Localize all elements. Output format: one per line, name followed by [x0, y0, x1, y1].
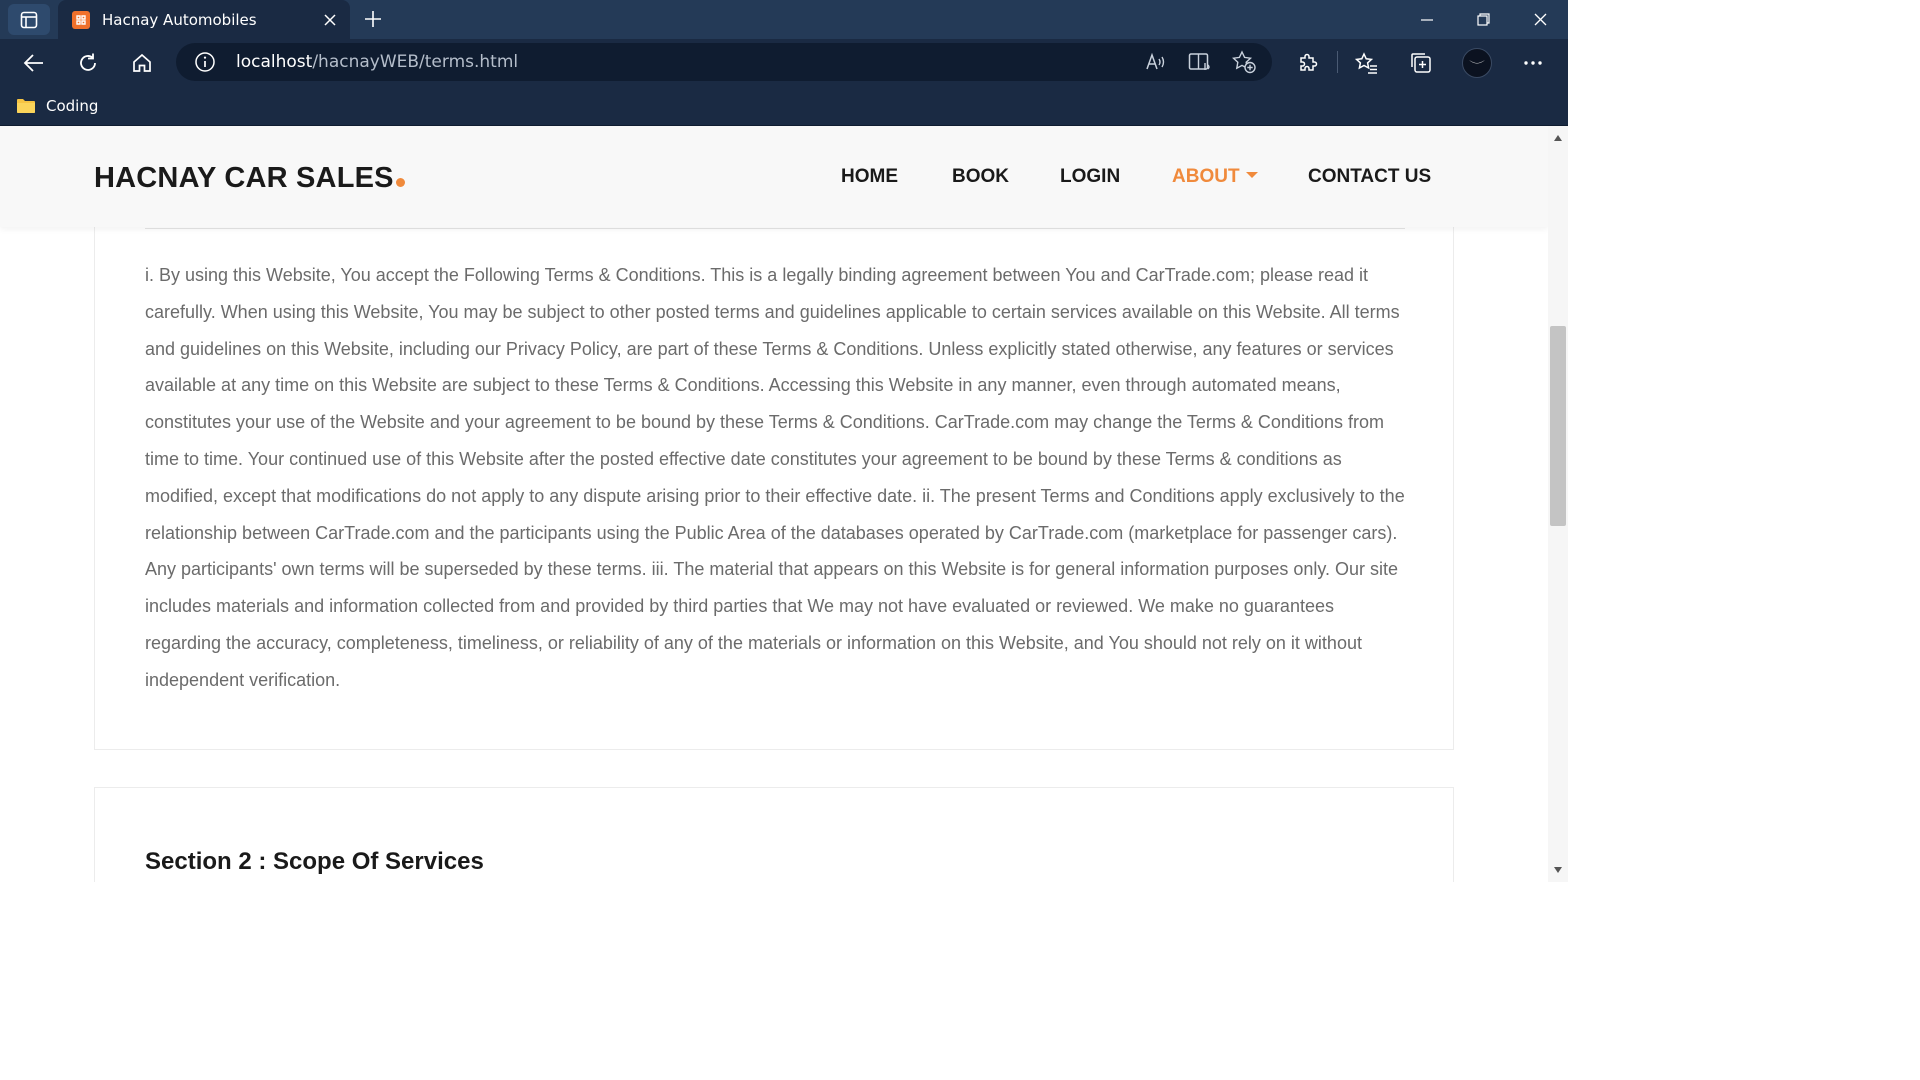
- tab-actions-icon: [20, 11, 38, 28]
- tab-actions-button[interactable]: [8, 4, 50, 35]
- nav-about-label: ABOUT: [1172, 166, 1240, 187]
- minimize-icon: [1421, 18, 1433, 21]
- profile-avatar-icon: [1469, 60, 1485, 64]
- site-favicon-icon: [72, 10, 90, 29]
- close-icon: [1534, 13, 1546, 26]
- immersive-reader-icon[interactable]: [1188, 50, 1212, 74]
- bookmark-label: Coding: [46, 97, 99, 115]
- more-dots-icon: [1524, 61, 1542, 65]
- close-window-button[interactable]: [1512, 0, 1568, 39]
- favorites-button[interactable]: [1349, 45, 1385, 81]
- section-divider: [145, 228, 1405, 229]
- terms-section-card: i. By using this Website, You accept the…: [94, 196, 1454, 750]
- favorites-star-icon: [1355, 52, 1377, 74]
- page-viewport: i. By using this Website, You accept the…: [0, 126, 1548, 882]
- nav-about-dropdown[interactable]: ABOUT: [1172, 166, 1258, 188]
- section-2-title: Section 2 : Scope Of Services: [145, 848, 484, 875]
- refresh-icon: [80, 53, 96, 71]
- collections-icon: [1411, 53, 1431, 73]
- home-icon: [133, 53, 151, 72]
- tab-close-icon[interactable]: [316, 6, 344, 34]
- tab-strip: Hacnay Automobiles: [0, 0, 1568, 39]
- minimize-button[interactable]: [1399, 0, 1455, 39]
- tab-title: Hacnay Automobiles: [102, 10, 257, 29]
- home-button[interactable]: [124, 45, 160, 81]
- scroll-up-arrow-icon[interactable]: [1552, 132, 1564, 144]
- nav-book[interactable]: BOOK: [952, 166, 1009, 188]
- brand-dot: [395, 178, 405, 187]
- site-brand-logo[interactable]: HACNAY CAR SALES: [94, 162, 405, 195]
- scroll-down-arrow-icon[interactable]: [1552, 864, 1564, 876]
- nav-home[interactable]: HOME: [841, 166, 898, 188]
- extensions-button[interactable]: [1290, 45, 1326, 81]
- folder-icon: [17, 99, 35, 113]
- bookmark-folder-coding[interactable]: Coding: [16, 93, 98, 119]
- read-aloud-icon[interactable]: [1144, 50, 1168, 74]
- caret-down-icon: [1245, 171, 1258, 178]
- plus-icon: [365, 11, 381, 27]
- active-tab[interactable]: Hacnay Automobiles: [58, 0, 350, 39]
- restore-icon: [1476, 13, 1490, 26]
- scrollbar-thumb[interactable]: [1550, 326, 1566, 526]
- extensions-puzzle-icon: [1300, 53, 1318, 71]
- scope-section-card: Section 2 : Scope Of Services: [94, 787, 1454, 882]
- terms-paragraph: i. By using this Website, You accept the…: [145, 265, 1405, 690]
- toolbar-separator: [1337, 51, 1338, 73]
- url-text[interactable]: localhost/hacnayWEB/terms.html: [236, 52, 518, 72]
- refresh-button[interactable]: [70, 45, 106, 81]
- add-favorite-icon[interactable]: [1232, 50, 1256, 74]
- address-bar[interactable]: localhost/hacnayWEB/terms.html: [176, 43, 1272, 81]
- restore-button[interactable]: [1455, 0, 1511, 39]
- brand-text: HACNAY CAR SALES: [94, 162, 394, 194]
- new-tab-button[interactable]: [358, 4, 388, 34]
- url-path: /hacnayWEB/terms.html: [312, 52, 519, 72]
- nav-contact-us[interactable]: CONTACT US: [1308, 166, 1431, 188]
- settings-menu-button[interactable]: [1515, 45, 1551, 81]
- collections-button[interactable]: [1403, 45, 1439, 81]
- page-scrollbar[interactable]: [1548, 126, 1568, 882]
- bookmarks-bar: Coding: [0, 86, 1568, 126]
- back-arrow-icon: [23, 54, 43, 72]
- site-info-icon[interactable]: [194, 51, 216, 73]
- site-header: HACNAY CAR SALES HOME BOOK LOGIN ABOUT C…: [0, 126, 1548, 227]
- back-button[interactable]: [16, 45, 52, 81]
- url-host: localhost: [236, 52, 313, 72]
- profile-avatar[interactable]: [1462, 48, 1492, 78]
- nav-login[interactable]: LOGIN: [1060, 166, 1120, 188]
